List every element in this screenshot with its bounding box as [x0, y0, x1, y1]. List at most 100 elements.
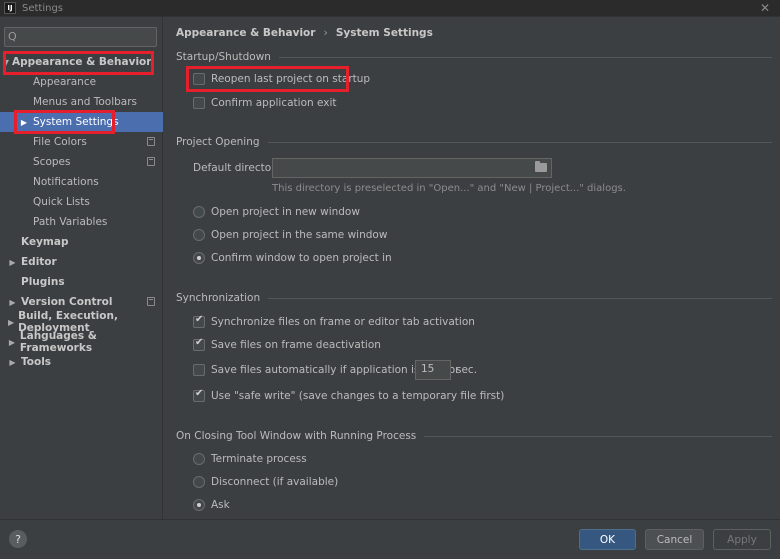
checkbox-box[interactable] — [193, 337, 205, 351]
sidebar-item-label: Keymap — [21, 236, 69, 248]
radio-button[interactable] — [193, 229, 205, 241]
sidebar-item-path-variables[interactable]: Path Variables — [0, 212, 163, 232]
section-divider — [268, 297, 772, 299]
expand-arrow-icon[interactable]: ▼ — [0, 58, 12, 67]
checkbox-box[interactable] — [193, 388, 205, 402]
sidebar-item-keymap[interactable]: Keymap — [0, 232, 163, 252]
settings-sidebar: Q ▼ Appearance & Behavior Appearance Men… — [0, 17, 163, 519]
breadcrumb-current: System Settings — [335, 26, 433, 39]
sidebar-item-quick-lists[interactable]: Quick Lists — [0, 192, 163, 212]
sidebar-item-appearance[interactable]: Appearance — [0, 72, 163, 92]
sidebar-item-editor[interactable]: ▶ Editor — [0, 252, 163, 272]
sidebar-item-file-colors[interactable]: File Colors — [0, 132, 163, 152]
section-title: Startup/Shutdown — [176, 51, 271, 63]
reopen-last-project-checkbox[interactable]: Reopen last project on startup — [193, 70, 370, 88]
safe-write-checkbox[interactable]: Use "safe write" (save changes to a temp… — [193, 387, 504, 405]
checkbox-label: Synchronize files on frame or editor tab… — [211, 316, 475, 328]
sidebar-item-label: Appearance & Behavior — [12, 56, 152, 68]
sidebar-item-version-control[interactable]: ▶ Version Control — [0, 292, 163, 312]
field-label: Default directory: — [193, 162, 285, 174]
expand-arrow-icon[interactable]: ▶ — [4, 298, 21, 307]
project-copy-icon — [147, 137, 155, 146]
section-divider — [278, 56, 772, 58]
sidebar-item-appearance-behavior[interactable]: ▼ Appearance & Behavior — [0, 52, 163, 72]
sidebar-item-tools[interactable]: ▶ Tools — [0, 352, 163, 372]
checkbox-box[interactable] — [193, 364, 205, 376]
window-title: Settings — [22, 2, 64, 14]
radio-label: Ask — [211, 499, 230, 511]
sidebar-item-plugins[interactable]: Plugins — [0, 272, 163, 292]
sidebar-item-menus-toolbars[interactable]: Menus and Toolbars — [0, 92, 163, 112]
sidebar-item-notifications[interactable]: Notifications — [0, 172, 163, 192]
expand-arrow-icon[interactable]: ▶ — [4, 318, 18, 327]
help-icon[interactable]: ? — [9, 530, 27, 548]
field-value: 15 — [421, 363, 435, 375]
ok-button[interactable]: OK — [579, 529, 636, 550]
checkbox-label: Save files on frame deactivation — [211, 339, 381, 351]
radio-button[interactable] — [193, 453, 205, 465]
default-directory-label: Default directory: — [193, 159, 284, 177]
unit-label: sec. — [456, 364, 478, 376]
radio-label: Confirm window to open project in — [211, 252, 392, 264]
checkbox-label: Reopen last project on startup — [211, 73, 371, 85]
radio-button[interactable] — [193, 206, 205, 218]
sidebar-item-label: Notifications — [33, 176, 99, 188]
sync-on-activation-checkbox[interactable]: Synchronize files on frame or editor tab… — [193, 313, 475, 331]
section-title: Synchronization — [176, 292, 261, 304]
sidebar-item-label: Plugins — [21, 276, 65, 288]
breadcrumb-parent: Appearance & Behavior — [176, 26, 316, 39]
idle-seconds-input[interactable]: 15 — [415, 360, 451, 380]
sidebar-item-scopes[interactable]: Scopes — [0, 152, 163, 172]
expand-arrow-icon[interactable]: ▶ — [4, 358, 21, 367]
settings-search-input[interactable]: Q — [4, 27, 157, 47]
sidebar-item-system-settings[interactable]: ▶ System Settings — [0, 112, 163, 132]
checkbox-box[interactable] — [193, 73, 205, 85]
save-on-deactivation-checkbox[interactable]: Save files on frame deactivation — [193, 336, 381, 354]
expand-arrow-icon[interactable]: ▶ — [18, 118, 30, 127]
settings-content-panel: Appearance & Behavior › System Settings … — [164, 17, 780, 519]
confirm-window-radio[interactable]: Confirm window to open project in — [193, 249, 392, 267]
checkbox-label: Confirm application exit — [211, 97, 337, 109]
sidebar-item-label: Quick Lists — [33, 196, 90, 208]
section-synchronization: Synchronization — [176, 291, 772, 305]
breadcrumb-separator: › — [323, 26, 328, 39]
open-same-window-radio[interactable]: Open project in the same window — [193, 226, 387, 244]
default-directory-input[interactable] — [272, 158, 552, 178]
checkbox-label: Use "safe write" (save changes to a temp… — [211, 390, 505, 402]
section-startup-shutdown: Startup/Shutdown — [176, 50, 772, 64]
default-directory-hint: This directory is preselected in "Open..… — [272, 183, 626, 194]
sidebar-item-label: Scopes — [33, 156, 71, 168]
project-copy-icon — [147, 297, 155, 306]
close-icon[interactable]: ✕ — [760, 1, 770, 15]
radio-label: Open project in the same window — [211, 229, 388, 241]
title-bar: IJ Settings ✕ — [0, 0, 780, 17]
sidebar-item-label: File Colors — [33, 136, 87, 148]
radio-button[interactable] — [193, 499, 205, 511]
section-title: On Closing Tool Window with Running Proc… — [176, 430, 417, 442]
folder-icon[interactable] — [535, 161, 547, 172]
confirm-exit-checkbox[interactable]: Confirm application exit — [193, 94, 337, 112]
expand-arrow-icon[interactable]: ▶ — [4, 338, 20, 347]
checkbox-box[interactable] — [193, 314, 205, 328]
terminate-process-radio[interactable]: Terminate process — [193, 450, 307, 468]
radio-button[interactable] — [193, 252, 205, 264]
checkbox-box[interactable] — [193, 97, 205, 109]
disconnect-radio[interactable]: Disconnect (if available) — [193, 473, 338, 491]
radio-button[interactable] — [193, 476, 205, 488]
apply-button[interactable]: Apply — [713, 529, 771, 550]
project-copy-icon — [147, 157, 155, 166]
sidebar-item-languages-frameworks[interactable]: ▶ Languages & Frameworks — [0, 330, 163, 354]
sidebar-item-build-execution-deployment[interactable]: ▶ Build, Execution, Deployment — [0, 310, 163, 334]
open-new-window-radio[interactable]: Open project in new window — [193, 203, 360, 221]
ask-radio[interactable]: Ask — [193, 496, 230, 514]
sidebar-item-label: Editor — [21, 256, 57, 268]
section-on-closing: On Closing Tool Window with Running Proc… — [176, 429, 772, 443]
sidebar-item-label: Menus and Toolbars — [33, 96, 138, 108]
breadcrumb: Appearance & Behavior › System Settings — [176, 26, 433, 39]
expand-arrow-icon[interactable]: ▶ — [4, 258, 21, 267]
cancel-button[interactable]: Cancel — [645, 529, 704, 550]
search-icon: Q — [8, 30, 17, 43]
section-divider — [267, 141, 772, 143]
sidebar-item-label: Path Variables — [33, 216, 108, 228]
section-project-opening: Project Opening — [176, 135, 772, 149]
